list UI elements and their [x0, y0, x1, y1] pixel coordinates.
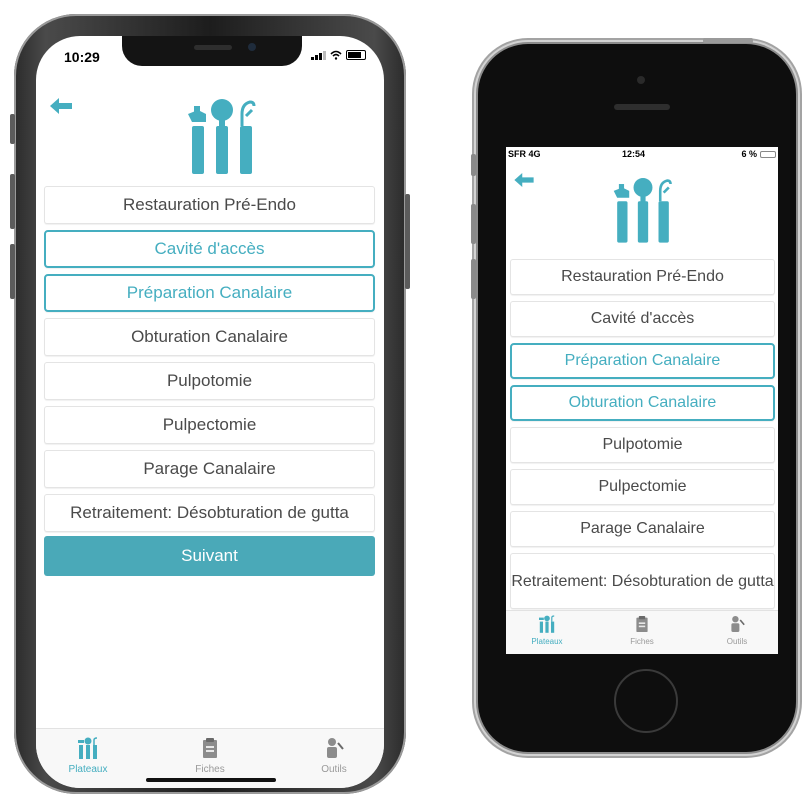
- list-item[interactable]: Obturation Canalaire: [44, 318, 375, 356]
- plateaux-icon: [522, 615, 572, 635]
- screen-right: SFR 4G 12:54 6 % Restauration Pré-Endo C…: [506, 147, 778, 654]
- phone-right: SFR 4G 12:54 6 % Restauration Pré-Endo C…: [471, 38, 796, 752]
- list-item[interactable]: Retraitement: Désobturation de gutta: [44, 494, 375, 532]
- status-time: 10:29: [64, 49, 100, 65]
- home-button[interactable]: [614, 669, 678, 733]
- list-item[interactable]: Pulpotomie: [510, 427, 775, 463]
- fiches-icon: [180, 737, 240, 762]
- wifi-icon: [330, 50, 342, 60]
- status-bar: SFR 4G 12:54 6 %: [506, 147, 778, 161]
- list-item[interactable]: Obturation Canalaire: [510, 385, 775, 421]
- phone-left: 10:29 Restauration Pré-Endo Cavité d'acc…: [10, 14, 410, 794]
- power-button: [703, 38, 753, 43]
- outils-icon: [712, 615, 762, 635]
- power-button: [405, 194, 410, 289]
- mute-switch: [471, 154, 476, 176]
- earpiece: [614, 104, 670, 110]
- battery-icon: [346, 50, 366, 60]
- list-item[interactable]: Préparation Canalaire: [44, 274, 375, 312]
- mute-switch: [10, 114, 15, 144]
- status-carrier: SFR 4G: [508, 149, 541, 159]
- volume-down-button: [471, 259, 476, 299]
- tab-outils[interactable]: Outils: [712, 615, 762, 646]
- fiches-icon: [617, 615, 667, 635]
- list-item[interactable]: Pulpectomie: [510, 469, 775, 505]
- back-arrow-icon[interactable]: [50, 90, 72, 121]
- status-time: 12:54: [622, 149, 646, 159]
- tab-fiches[interactable]: Fiches: [180, 737, 240, 775]
- volume-up-button: [10, 174, 15, 229]
- list-item[interactable]: Préparation Canalaire: [510, 343, 775, 379]
- signal-icon: [311, 50, 326, 60]
- list-item[interactable]: Restauration Pré-Endo: [44, 186, 375, 224]
- tab-plateaux[interactable]: Plateaux: [522, 615, 572, 646]
- dental-tools-icon: [186, 96, 258, 174]
- battery-level: 6 %: [741, 149, 757, 159]
- tab-plateaux[interactable]: Plateaux: [58, 737, 118, 775]
- tab-fiches[interactable]: Fiches: [617, 615, 667, 646]
- outils-icon: [304, 737, 364, 762]
- volume-down-button: [10, 244, 15, 299]
- plateaux-icon: [58, 737, 118, 762]
- volume-up-button: [471, 204, 476, 244]
- next-button[interactable]: Suivant: [44, 536, 375, 576]
- list-item[interactable]: Cavité d'accès: [510, 301, 775, 337]
- list-item[interactable]: Retraitement: Désobturation de gutta: [510, 553, 775, 609]
- status-bar: 10:29: [36, 46, 384, 66]
- list-item[interactable]: Pulpectomie: [44, 406, 375, 444]
- dental-tools-icon: [612, 175, 674, 243]
- front-camera: [637, 76, 645, 84]
- back-arrow-icon[interactable]: [514, 167, 534, 193]
- tab-bar: Plateaux Fiches Outils: [506, 610, 778, 654]
- list-item[interactable]: Restauration Pré-Endo: [510, 259, 775, 295]
- screen-left: 10:29 Restauration Pré-Endo Cavité d'acc…: [36, 36, 384, 788]
- battery-icon: [760, 150, 776, 158]
- list-item[interactable]: Cavité d'accès: [44, 230, 375, 268]
- list-item[interactable]: Parage Canalaire: [44, 450, 375, 488]
- list-item[interactable]: Parage Canalaire: [510, 511, 775, 547]
- home-indicator[interactable]: [146, 778, 276, 782]
- tab-outils[interactable]: Outils: [304, 737, 364, 775]
- list-item[interactable]: Pulpotomie: [44, 362, 375, 400]
